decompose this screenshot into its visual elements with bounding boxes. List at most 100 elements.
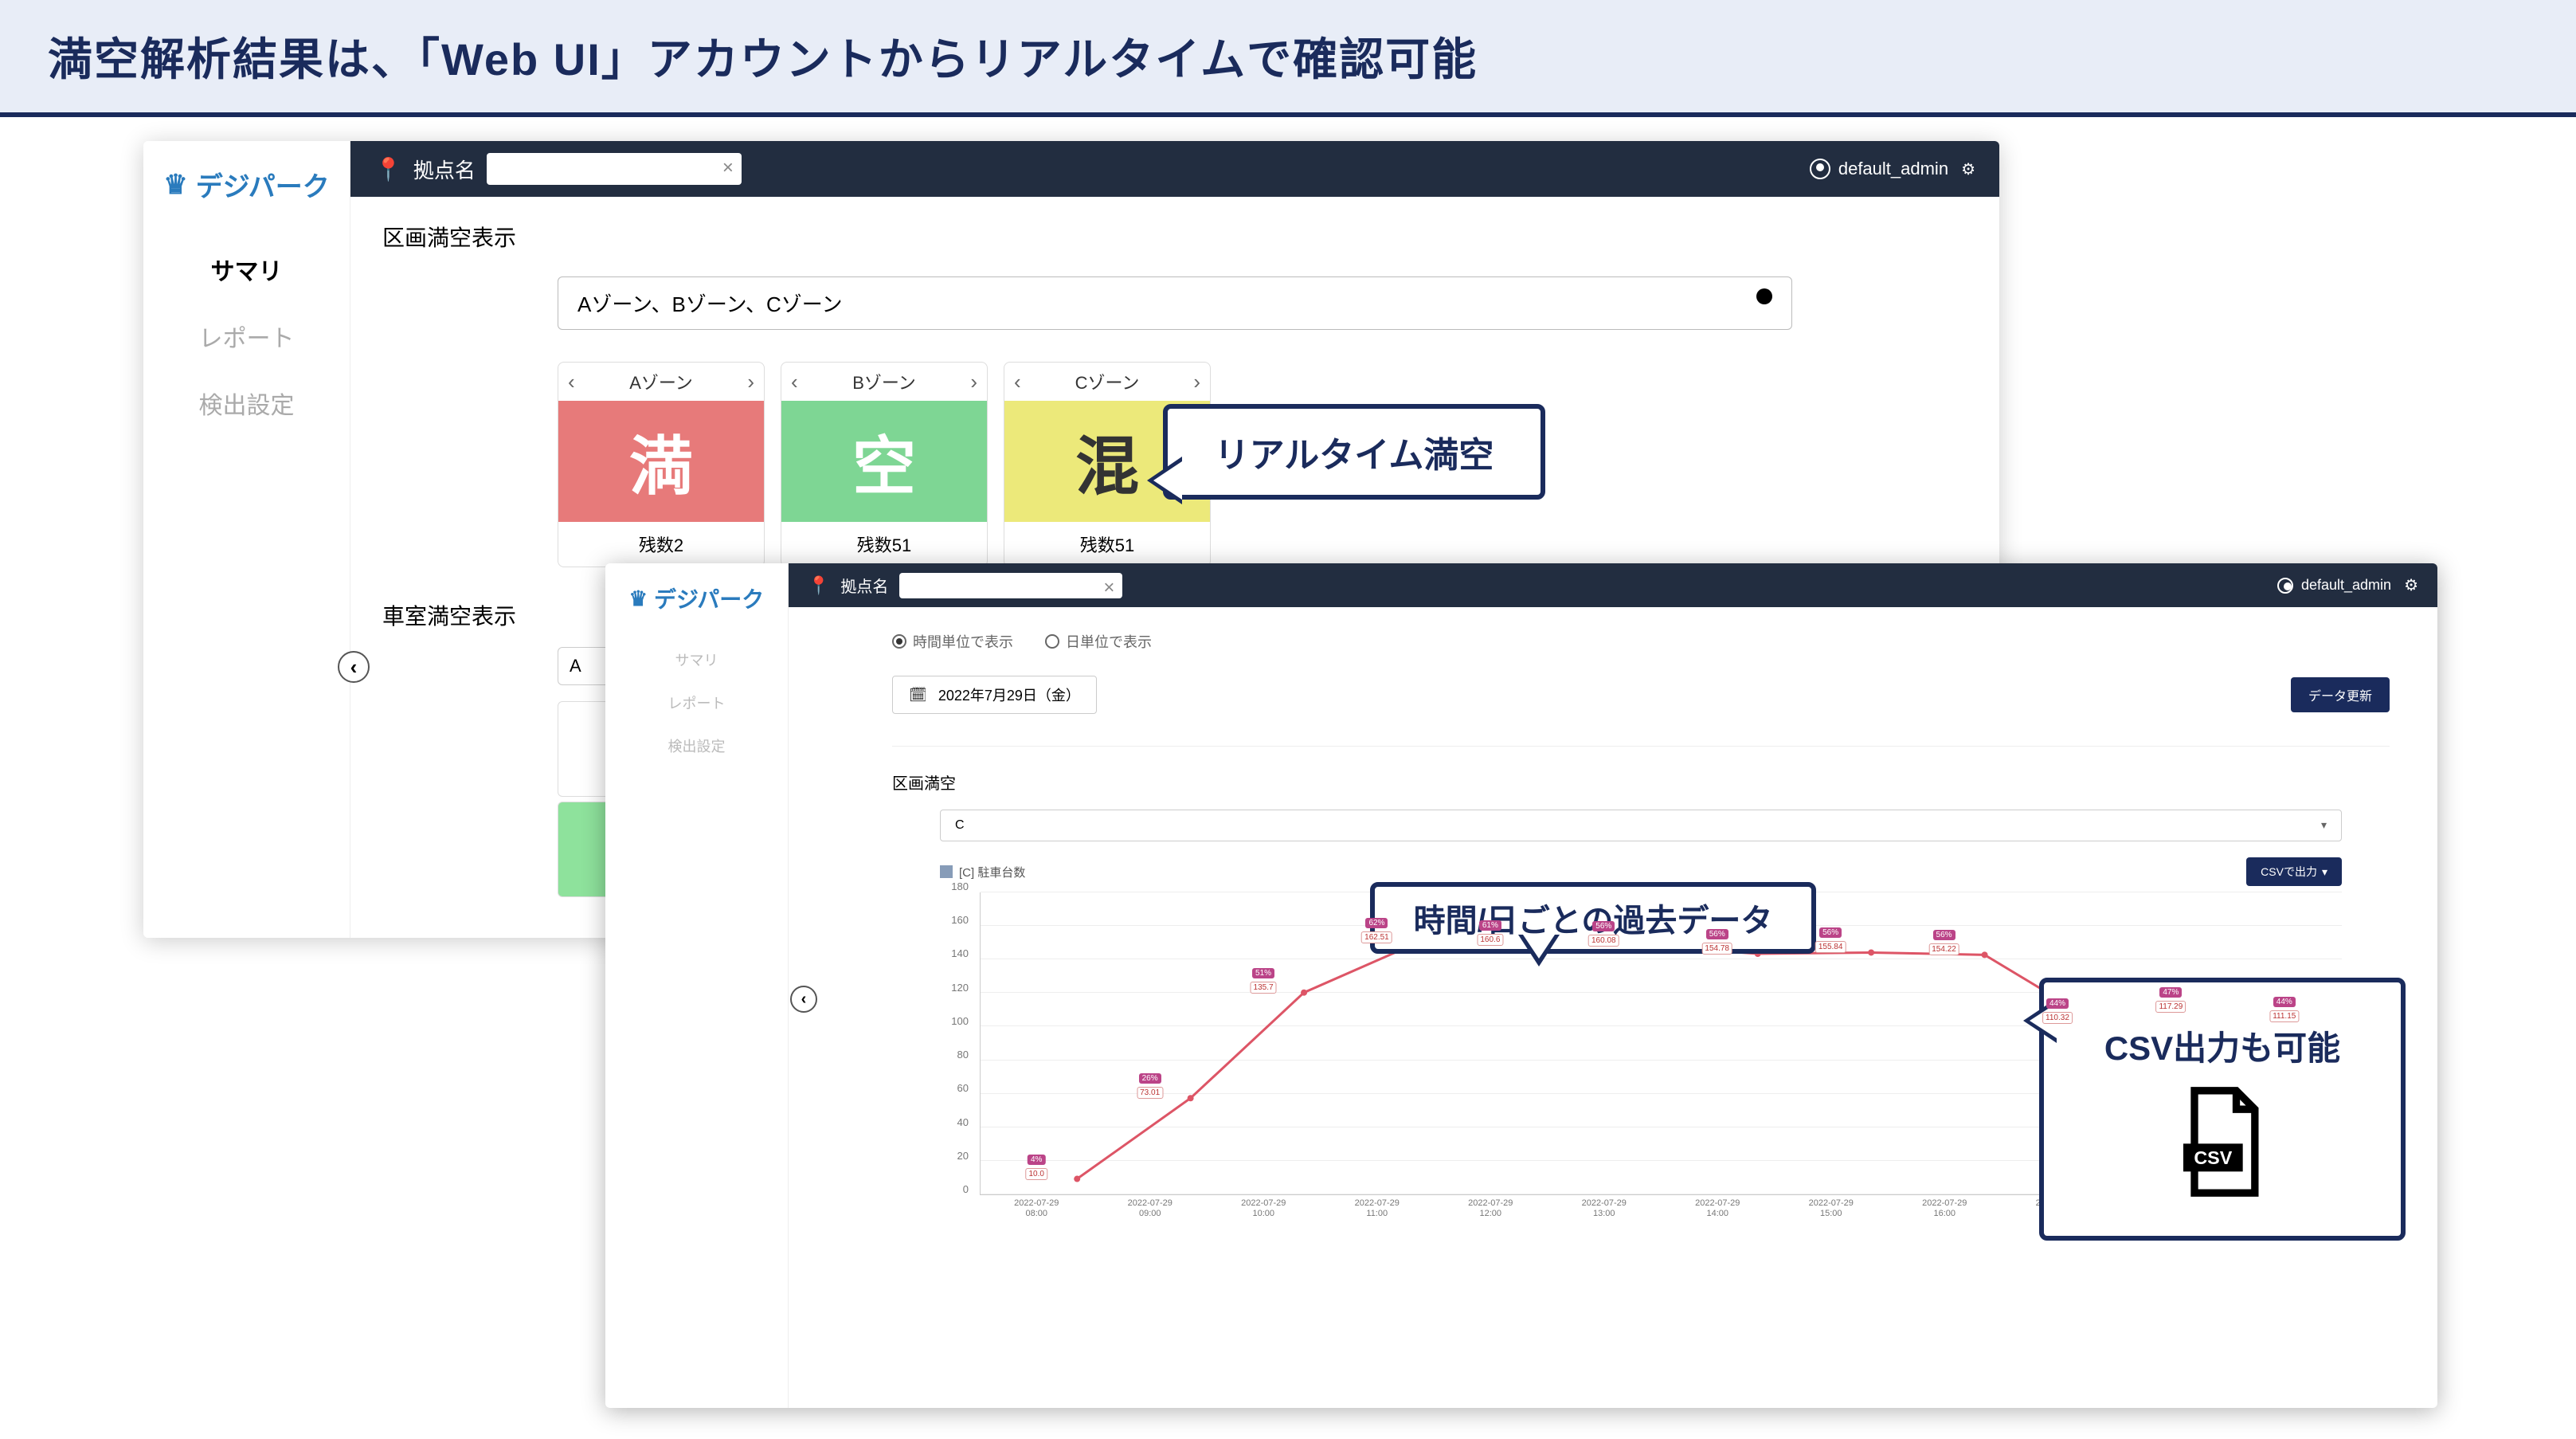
app-header: 📍 拠点名 default_admin ⚙ xyxy=(789,563,2437,607)
date-value: 2022年7月29日（金） xyxy=(938,684,1080,705)
zone-state: 満 xyxy=(558,401,764,522)
x-tick-label: 2022-07-2912:00 xyxy=(1434,1195,1548,1227)
chart-pct-label: 4% xyxy=(1028,1155,1045,1165)
zone-multiselect[interactable]: Aゾーン、Bゾーン、Cゾーン xyxy=(558,276,1792,330)
chart-pct-label: 56% xyxy=(1592,921,1615,931)
chevron-left-icon[interactable]: ‹ xyxy=(1014,370,1021,394)
chart-pct-label: 51% xyxy=(1252,968,1274,978)
user-menu[interactable]: default_admin ⚙ xyxy=(1810,159,1975,179)
app-logo: ♛ デジパーク xyxy=(623,563,771,638)
zone-multiselect-value: Aゾーン、Bゾーン、Cゾーン xyxy=(577,288,842,318)
zone-remaining: 残数51 xyxy=(781,522,987,567)
sidebar: ♛ デジパーク サマリ レポート 検出設定 xyxy=(605,563,789,1408)
radio-hourly[interactable]: 時間単位で表示 xyxy=(892,631,1013,652)
x-tick-label: 2022-07-2910:00 xyxy=(1207,1195,1321,1227)
zone-state: 空 xyxy=(781,401,987,522)
radio-dot-icon xyxy=(892,634,906,649)
chevron-right-icon[interactable]: › xyxy=(970,370,977,394)
calendar-icon: 🗓 xyxy=(909,687,927,704)
location-input[interactable] xyxy=(899,573,1122,598)
location-label: 拠点名 xyxy=(413,155,476,184)
csv-export-button[interactable]: CSVで出力 ▾ xyxy=(2246,857,2342,886)
radio-label: 日単位で表示 xyxy=(1066,631,1152,652)
x-tick-label: 2022-07-2911:00 xyxy=(1321,1195,1435,1227)
chart-value-label: 110.32 xyxy=(2042,1012,2073,1024)
sidebar-item-settings[interactable]: 検出設定 xyxy=(668,724,726,767)
sidebar-item-summary[interactable]: サマリ xyxy=(143,236,350,303)
map-pin-icon: 📍 xyxy=(808,575,829,596)
chevron-left-icon[interactable]: ‹ xyxy=(568,370,575,394)
zone-name: Bゾーン xyxy=(852,369,916,394)
chevron-right-icon[interactable]: › xyxy=(1193,370,1200,394)
csv-file-icon: CSV xyxy=(2175,1086,2270,1198)
callout-text: CSV出力も可能 xyxy=(2104,1021,2340,1070)
avatar-icon xyxy=(2277,578,2293,594)
avatar-icon xyxy=(1810,159,1830,179)
page-title: 満空解析結果は、「Web UI」アカウントからリアルタイムで確認可能 xyxy=(48,24,2528,88)
app-logo: ♛ デジパーク xyxy=(155,141,337,236)
chart-value-label: 154.78 xyxy=(1701,943,1732,955)
app-header: 📍 拠点名 default_admin ⚙ xyxy=(350,141,1999,197)
chart-section-title: 区画満空 xyxy=(892,746,2390,794)
granularity-radio-group: 時間単位で表示 日単位で表示 xyxy=(892,631,2390,652)
legend-swatch xyxy=(940,865,953,878)
gear-icon: ⚙ xyxy=(1961,159,1975,179)
chart-pct-label: 47% xyxy=(2159,987,2182,998)
chart-value-label: 117.29 xyxy=(2155,1001,2186,1013)
dropdown-toggle-icon xyxy=(1756,288,1772,304)
chart-value-label: 10.0 xyxy=(1025,1168,1047,1180)
chevron-down-icon: ▾ xyxy=(2321,818,2327,833)
crown-icon: ♛ xyxy=(163,169,187,201)
update-button[interactable]: データ更新 xyxy=(2291,677,2390,712)
section-zone-title: 区画満空表示 xyxy=(382,221,1967,253)
svg-text:CSV: CSV xyxy=(2194,1147,2232,1168)
crown-icon: ♛ xyxy=(629,586,648,611)
chart-value-label: 154.22 xyxy=(1928,943,1959,955)
sidebar: ♛ デジパーク サマリ レポート 検出設定 xyxy=(143,141,350,938)
sidebar-collapse-button[interactable]: ‹ xyxy=(790,986,817,1013)
csv-button-label: CSVで出力 xyxy=(2261,864,2317,880)
sidebar-item-settings[interactable]: 検出設定 xyxy=(143,370,350,437)
legend-label: [C] 駐車台数 xyxy=(959,864,1025,880)
radio-daily[interactable]: 日単位で表示 xyxy=(1045,631,1152,652)
map-pin-icon: 📍 xyxy=(374,156,402,182)
zone-card[interactable]: ‹Aゾーン›満残数2 xyxy=(558,362,765,567)
sidebar-collapse-button[interactable]: ‹ xyxy=(338,651,370,683)
sidebar-item-summary[interactable]: サマリ xyxy=(675,638,718,681)
x-tick-label: 2022-07-2909:00 xyxy=(1094,1195,1208,1227)
chart-value-label: 162.51 xyxy=(1361,931,1392,943)
chart-pct-label: 44% xyxy=(2046,998,2069,1009)
date-picker[interactable]: 🗓 2022年7月29日（金） xyxy=(892,676,1097,714)
radio-dot-icon xyxy=(1045,634,1059,649)
chart-pct-label: 62% xyxy=(1365,918,1388,928)
chart-pct-label: 56% xyxy=(1933,930,1955,940)
chevron-right-icon[interactable]: › xyxy=(747,370,754,394)
x-tick-label: 2022-07-2916:00 xyxy=(1888,1195,2002,1227)
x-tick-label: 2022-07-2915:00 xyxy=(1775,1195,1889,1227)
radio-label: 時間単位で表示 xyxy=(913,631,1013,652)
zone-select-value: C xyxy=(955,818,965,833)
location-label: 拠点名 xyxy=(840,574,888,597)
gear-icon: ⚙ xyxy=(2404,575,2418,595)
chart-value-label: 135.7 xyxy=(1251,982,1277,994)
x-tick-label: 2022-07-2913:00 xyxy=(1548,1195,1662,1227)
chevron-down-icon: ▾ xyxy=(2322,865,2327,879)
zone-card[interactable]: ‹ Bゾーン › 空残数51 xyxy=(781,362,988,567)
user-name: default_admin xyxy=(2301,577,2391,594)
user-name: default_admin xyxy=(1838,159,1948,179)
sidebar-item-report[interactable]: レポート xyxy=(668,681,726,724)
page-title-bar: 満空解析結果は、「Web UI」アカウントからリアルタイムで確認可能 xyxy=(0,0,2576,117)
location-input[interactable] xyxy=(487,153,742,185)
zone-remaining: 残数2 xyxy=(558,522,764,567)
chart-value-label: 160.08 xyxy=(1588,935,1619,947)
sidebar-item-report[interactable]: レポート xyxy=(143,303,350,370)
callout-csv: CSV出力も可能 CSV xyxy=(2039,978,2406,1241)
chart-value-label: 111.15 xyxy=(2269,1010,2299,1022)
chart-pct-label: 44% xyxy=(2273,997,2296,1007)
chart-pct-label: 56% xyxy=(1819,927,1842,938)
chevron-left-icon[interactable]: ‹ xyxy=(791,370,798,394)
chart-value-label: 155.84 xyxy=(1815,941,1846,953)
zone-select[interactable]: C ▾ xyxy=(940,810,2342,841)
x-tick-label: 2022-07-2914:00 xyxy=(1661,1195,1775,1227)
user-menu[interactable]: default_admin ⚙ xyxy=(2277,575,2418,595)
